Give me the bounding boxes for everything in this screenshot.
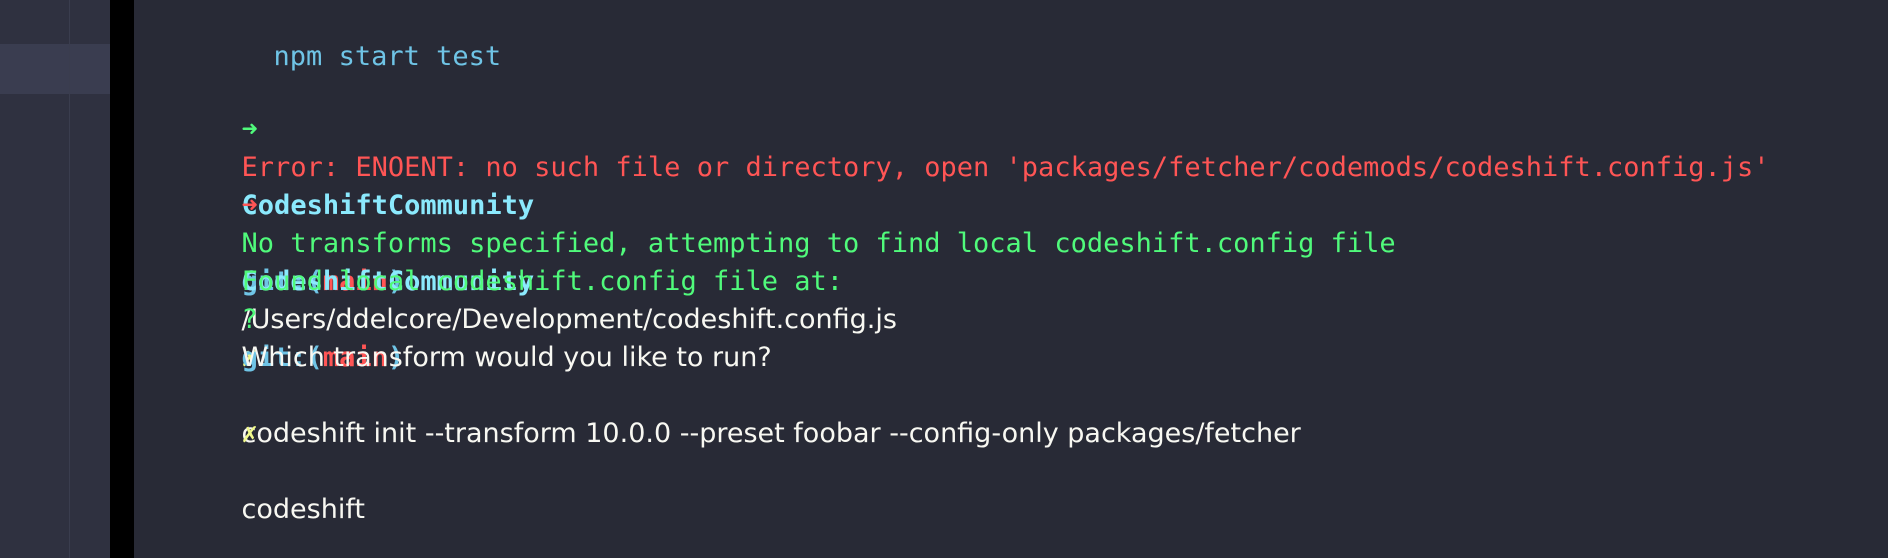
side-panel-divider — [69, 0, 70, 558]
side-panel-selected-row[interactable] — [0, 44, 110, 94]
found-path: /Users/ddelcore/Development/codeshift.co… — [241, 304, 897, 335]
prompt-dirty-icon: ✗ — [241, 418, 258, 449]
side-panel — [0, 0, 110, 558]
command-text: codeshift — [241, 494, 365, 525]
npm-command-text: npm start test — [273, 41, 502, 72]
question-line: ? Which transform would you like to run? — [144, 263, 772, 373]
command-text: codeshift init --transform 10.0.0 --pres… — [241, 418, 1301, 449]
question-mark-icon: ? — [241, 304, 258, 335]
pane-divider[interactable] — [110, 0, 134, 558]
prompt-line: ➜ CodeshiftCommunity git:(main) ✗ codesh… — [144, 149, 535, 525]
terminal-output[interactable]: npm start test ➜ CodeshiftCommunity git:… — [134, 0, 1888, 558]
prompt-line: ➜ CodeshiftCommunity git:(main) ✗ codesh… — [144, 73, 1301, 449]
info-line: Found local codeshift.config file at: /U… — [144, 225, 897, 335]
output-line: npm start test — [176, 0, 502, 72]
info-line: No transforms specified, attempting to f… — [144, 187, 1396, 259]
question-text: Which transform would you like to run? — [241, 342, 772, 373]
error-line: Error: ENOENT: no such file or directory… — [144, 111, 1770, 183]
terminal-window: npm start test ➜ CodeshiftCommunity git:… — [0, 0, 1888, 558]
